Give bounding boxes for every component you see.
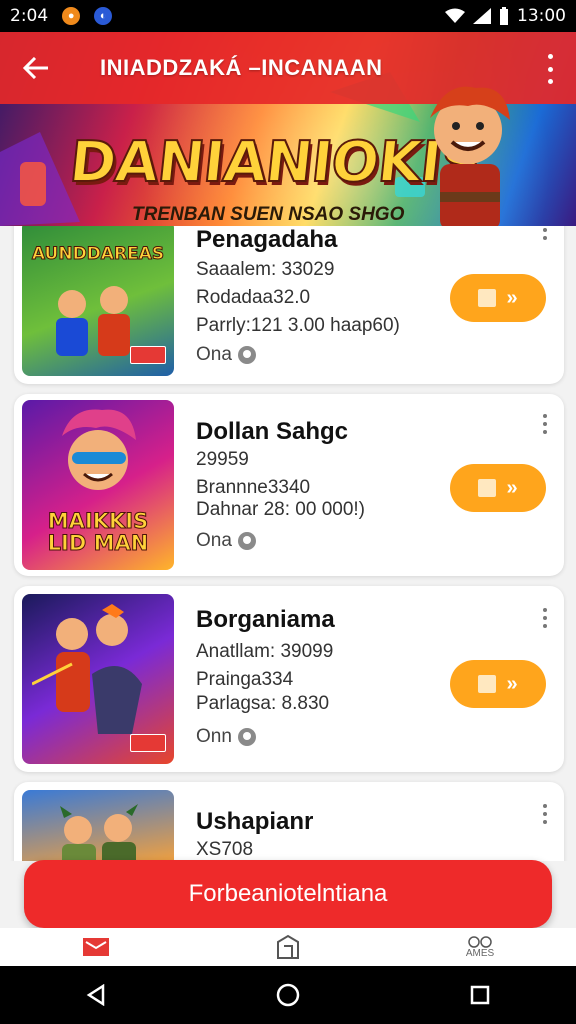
status-time-right: 13:00 <box>517 6 566 26</box>
tab-home[interactable] <box>66 931 126 963</box>
thumbnail-art <box>32 604 142 734</box>
app-title: INIADDZAKÁ –INCANAAN <box>100 55 383 80</box>
location-icon <box>237 346 256 364</box>
thumbnail-art <box>60 804 138 861</box>
nav-recents-button[interactable] <box>455 970 505 1020</box>
game-thumbnail: AUNDDAREAS <box>22 226 174 376</box>
online-status-label: Ona <box>196 344 232 365</box>
game-name: Borganiama <box>196 606 335 633</box>
games-icon <box>468 936 492 948</box>
location-icon <box>237 728 256 746</box>
thumbnail-art <box>62 409 136 490</box>
chevrons-right-icon: » <box>506 476 518 499</box>
system-navigation-bar <box>0 966 576 1024</box>
battery-icon <box>500 7 508 25</box>
square-recents-icon <box>470 985 490 1005</box>
online-status: Ona <box>196 530 256 552</box>
banner-subtitle: TRENBAN SUEN NSAO SHGO <box>132 204 405 225</box>
flag-icon <box>83 938 109 956</box>
tab-games[interactable]: AMES <box>450 931 510 963</box>
thumbnail-badge <box>130 346 166 364</box>
card-overflow-button[interactable] <box>542 608 548 628</box>
game-meta-3: Dahnar 28: 00 000!) <box>196 499 366 520</box>
thumbnail-badge <box>130 734 166 752</box>
nav-back-button[interactable] <box>71 970 121 1020</box>
game-thumbnail <box>22 594 174 764</box>
game-name: Ushapianr <box>196 808 314 835</box>
card-overflow-button[interactable] <box>542 226 548 240</box>
game-meta-1: XS708 <box>196 839 254 860</box>
game-card[interactable]: Ushapianr XS708 <box>14 782 564 861</box>
game-meta-3: Parlagsa: 8.830 <box>196 693 330 714</box>
back-button[interactable] <box>0 32 72 104</box>
game-meta-3: Parrly:121 3.00 haap60) <box>196 315 400 336</box>
tab-library[interactable] <box>258 931 318 963</box>
online-status-label: Onn <box>196 726 232 747</box>
arrow-left-icon <box>23 57 48 79</box>
overflow-menu-button[interactable] <box>538 54 562 84</box>
circle-home-icon <box>276 983 300 1007</box>
play-button[interactable]: » <box>450 660 546 708</box>
notification-icon: ● <box>62 7 81 25</box>
hero-character-image <box>430 86 510 226</box>
box-icon <box>277 934 299 959</box>
game-meta-1: 29959 <box>196 449 249 470</box>
game-card[interactable]: MAIKKIS LID MAN Dollan Sahgc 29959 Brann… <box>14 394 564 576</box>
game-list: AUNDDAREAS Penagadaha Saaalem: 33029 Rod… <box>0 226 576 861</box>
thumbnail-title: MAIKKIS LID MAN <box>47 509 149 555</box>
game-thumbnail <box>22 790 174 861</box>
online-status-label: Ona <box>196 530 232 551</box>
triangle-back-icon <box>86 984 105 1006</box>
status-time: 2:04 <box>10 6 49 26</box>
game-thumbnail: MAIKKIS LID MAN <box>22 400 174 570</box>
online-status: Ona <box>196 344 256 366</box>
game-meta-1: Saaalem: 33029 <box>196 259 335 280</box>
online-status: Onn <box>196 726 256 748</box>
tab-games-label: AMES <box>465 948 495 959</box>
square-icon <box>478 289 497 307</box>
primary-action-button[interactable]: Forbeaniotelntiana <box>24 860 552 928</box>
chevrons-right-icon: » <box>506 672 518 695</box>
chevrons-right-icon: » <box>506 286 518 309</box>
location-icon <box>237 532 256 550</box>
game-name: Dollan Sahgc <box>196 418 349 445</box>
thumbnail-title: AUNDDAREAS <box>31 244 165 265</box>
game-card[interactable]: Borganiama Anatllam: 39099 Praingа334 Pa… <box>14 586 564 772</box>
game-meta-1: Anatllam: 39099 <box>196 641 334 662</box>
game-meta-2: Rodadaa32.0 <box>196 287 311 308</box>
play-button[interactable]: » <box>450 274 546 322</box>
status-right: 13:00 <box>445 6 566 26</box>
hero-banner: INIADDZAKÁ –INCANAAN DANIANIOKIS TRENBAN… <box>0 32 576 226</box>
play-button[interactable]: » <box>450 464 546 512</box>
status-bar: 2:04 ● ◐ 13:00 <box>0 0 576 32</box>
game-name: Penagadaha <box>196 226 338 253</box>
square-icon <box>478 675 497 693</box>
card-overflow-button[interactable] <box>542 414 548 434</box>
signal-icon <box>473 8 491 24</box>
card-overflow-button[interactable] <box>542 804 548 824</box>
app-notification-icon: ◐ <box>94 7 113 25</box>
nav-home-button[interactable] <box>263 970 313 1020</box>
game-card[interactable]: AUNDDAREAS Penagadaha Saaalem: 33029 Rod… <box>14 226 564 384</box>
square-icon <box>478 479 497 497</box>
bottom-tab-bar: AMES <box>0 928 576 966</box>
wifi-icon <box>445 8 465 23</box>
